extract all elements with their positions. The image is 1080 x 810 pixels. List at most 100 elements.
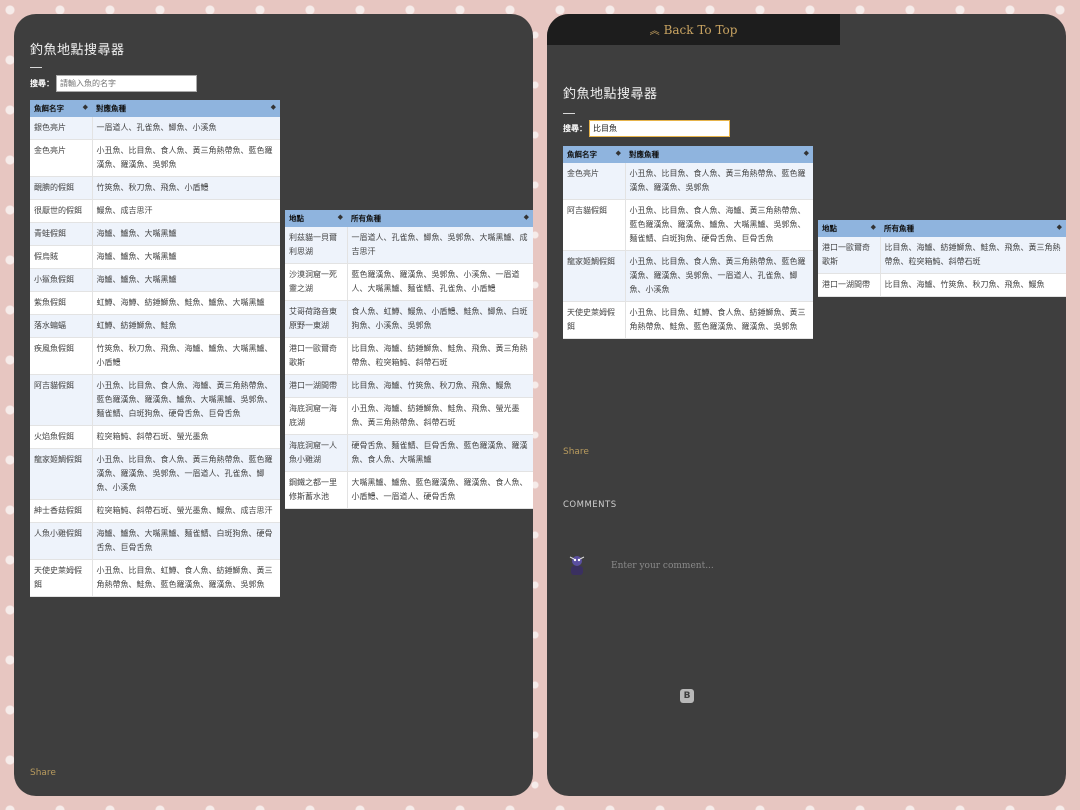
fish-list-cell: 小丑魚、比目魚、食人魚、黃三角熱帶魚、藍色羅漢魚、羅漢魚、吳郭魚、一眉道人、孔雀… [92, 448, 280, 500]
fish-list-cell: 小丑魚、比目魚、食人魚、黃三角熱帶魚、藍色羅漢魚、羅漢魚、吳郭魚 [625, 163, 813, 200]
name-cell: 金色亮片 [563, 163, 626, 200]
column-header[interactable]: 所有魚種 ◆ [347, 210, 533, 227]
sort-icon[interactable]: ◆ [338, 213, 343, 221]
fish-list-cell: 小丑魚、比目魚、食人魚、海鱸、黃三角熱帶魚、藍色羅漢魚、羅漢魚、鱸魚、大嘴黑鱸、… [625, 199, 813, 251]
fish-list-cell: 竹筴魚、秋刀魚、飛魚、海鱸、鱸魚、大嘴黑鱸、小盾鱧 [92, 337, 280, 375]
page-title: 釣魚地點搜尋器 [30, 43, 125, 58]
fish-list-cell: 鰻魚、成吉思汗 [92, 199, 280, 223]
name-cell: 金色亮片 [30, 139, 93, 177]
column-header-label: 地點 [822, 224, 837, 233]
name-cell: 阿吉貓假餌 [30, 374, 93, 426]
name-cell: 天使史萊姆假餌 [563, 301, 626, 339]
table-row: 鋼鐵之都一里修斯蓄水池 大嘴黑鱸、鱸魚、藍色羅漢魚、羅漢魚、食人魚、小盾鱧、一眉道… [285, 471, 533, 509]
sort-icon[interactable]: ◆ [271, 103, 276, 111]
left-panel: 釣魚地點搜尋器 搜尋： 魚餌名字 ◆ 對應魚種 ◆ 銀色亮片一眉道人、孔雀魚、鯽魚、小… [14, 14, 533, 796]
name-cell: 落水蝙蝠 [30, 314, 93, 338]
name-cell: 港口一歐爾奇歌斯 [818, 237, 881, 274]
column-header[interactable]: 所有魚種 ◆ [880, 220, 1066, 237]
bait-table-header: 魚餌名字 ◆ 對應魚種 ◆ [30, 100, 280, 117]
table-row: 落水蝙蝠 虹鱒、紡錘鰤魚、鮭魚 [30, 314, 280, 338]
table-row: 金色亮片 小丑魚、比目魚、食人魚、黃三角熱帶魚、藍色羅漢魚、羅漢魚、吳郭魚 [30, 139, 280, 177]
column-header[interactable]: 地點 ◆ [818, 220, 880, 237]
column-header-label: 對應魚種 [96, 104, 126, 113]
sort-icon[interactable]: ◆ [616, 149, 621, 157]
table-row: 人魚小雞假餌 海鱸、鱸魚、大嘴黑鱸、麵雀鯖、白斑狗魚、硬骨舌魚、巨骨舌魚 [30, 522, 280, 560]
column-header[interactable]: 地點 ◆ [285, 210, 347, 227]
column-header-label: 魚餌名字 [567, 150, 597, 159]
fish-list-cell: 海鱸、鱸魚、大嘴黑鱸 [92, 245, 280, 269]
table-row: 天使史萊姆假餌 小丑魚、比目魚、虹鱒、食人魚、紡錘鰤魚、黃三角熱帶魚、鮭魚、藍色羅… [563, 301, 813, 339]
fish-list-cell: 小丑魚、比目魚、虹鱒、食人魚、紡錘鰤魚、黃三角熱帶魚、鮭魚、藍色羅漢魚、羅漢魚、… [92, 559, 280, 597]
fish-list-cell: 小丑魚、比目魚、食人魚、黃三角熱帶魚、藍色羅漢魚、羅漢魚、吳郭魚、一眉道人、孔雀… [625, 250, 813, 302]
search-label: 搜尋： [30, 79, 54, 88]
sort-icon[interactable]: ◆ [1057, 223, 1062, 231]
table-row: 阿吉貓假餌 小丑魚、比目魚、食人魚、海鱸、黃三角熱帶魚、藍色羅漢魚、羅漢魚、鱸魚、… [563, 199, 813, 251]
table-row: 港口一歐爾奇歌斯 比目魚、海鱸、紡錘鰤魚、鮭魚、飛魚、黃三角熱帶魚、粒突箱魨、斜帶… [818, 237, 1066, 274]
table-row: 海底洞窟一海底湖 小丑魚、海鱸、紡錘鰤魚、鮭魚、飛魚、螢光墨魚、黃三角熱帶魚、斜帶… [285, 397, 533, 435]
table-row: 假烏賊 海鱸、鱸魚、大嘴黑鱸 [30, 245, 280, 269]
sort-icon[interactable]: ◆ [524, 213, 529, 221]
search-input[interactable] [56, 75, 197, 92]
sort-icon[interactable]: ◆ [871, 223, 876, 231]
table-row: 港口一歐爾奇歌斯 比目魚、海鱸、紡錘鰤魚、鮭魚、飛魚、黃三角熱帶魚、粒突箱魨、斜帶… [285, 337, 533, 375]
table-row: 天使史萊姆假餌 小丑魚、比目魚、虹鱒、食人魚、紡錘鰤魚、黃三角熱帶魚、鮭魚、藍色羅… [30, 559, 280, 597]
table-row: 紳士香菇假餌 粒突箱魨、斜帶石斑、螢光墨魚、鰻魚、成吉思汗 [30, 499, 280, 523]
table-row: 龍家姬鯛假餌 小丑魚、比目魚、食人魚、黃三角熱帶魚、藍色羅漢魚、羅漢魚、吳郭魚、一… [30, 448, 280, 500]
column-header[interactable]: 對應魚種 ◆ [92, 100, 280, 117]
name-cell: 海底洞窟一海底湖 [285, 397, 348, 435]
name-cell: 疾風魚假餌 [30, 337, 93, 375]
sort-icon[interactable]: ◆ [83, 103, 88, 111]
fish-list-cell: 比目魚、海鱸、竹筴魚、秋刀魚、飛魚、鰻魚 [880, 273, 1066, 297]
column-header[interactable]: 魚餌名字 ◆ [30, 100, 92, 117]
name-cell: 海底洞窟一人魚小雞湖 [285, 434, 348, 472]
fish-list-cell: 小丑魚、比目魚、食人魚、黃三角熱帶魚、藍色羅漢魚、羅漢魚、吳郭魚 [92, 139, 280, 177]
column-header-label: 魚餌名字 [34, 104, 64, 113]
name-cell: 艾哥荷路音東原野一東湖 [285, 300, 348, 338]
name-cell: 銀色亮片 [30, 117, 93, 140]
table-row: 沙漠洞窟一死靈之湖 藍色羅漢魚、羅漢魚、吳郭魚、小溪魚、一眉道人、大嘴黑鱸、麵雀鯖… [285, 263, 533, 301]
fish-list-cell: 比目魚、海鱸、紡錘鰤魚、鮭魚、飛魚、黃三角熱帶魚、粒突箱魨、斜帶石斑 [347, 337, 533, 375]
share-link[interactable]: Share [30, 768, 56, 778]
table-row: 很厭世的假餌 鰻魚、成吉思汗 [30, 199, 280, 223]
fish-list-cell: 粒突箱魨、斜帶石斑、螢光墨魚 [92, 425, 280, 449]
table-row: 小鯊魚假餌 海鱸、鱸魚、大嘴黑鱸 [30, 268, 280, 292]
table-row: 利茲貓一貝爾利思湖 一眉道人、孔雀魚、鯽魚、吳郭魚、大嘴黑鱸、成吉思汗 [285, 227, 533, 264]
fish-list-cell: 小丑魚、比目魚、虹鱒、食人魚、紡錘鰤魚、黃三角熱帶魚、鮭魚、藍色羅漢魚、羅漢魚、… [625, 301, 813, 339]
fish-list-cell: 比目魚、海鱸、紡錘鰤魚、鮭魚、飛魚、黃三角熱帶魚、粒突箱魨、斜帶石斑 [880, 237, 1066, 274]
fish-list-cell: 大嘴黑鱸、鱸魚、藍色羅漢魚、羅漢魚、食人魚、小盾鱧、一眉道人、硬骨舌魚 [347, 471, 533, 509]
fish-list-cell: 一眉道人、孔雀魚、鯽魚、吳郭魚、大嘴黑鱸、成吉思汗 [347, 227, 533, 264]
column-header-label: 地點 [289, 214, 304, 223]
title-divider [30, 67, 42, 68]
fish-list-cell: 一眉道人、孔雀魚、鯽魚、小溪魚 [92, 117, 280, 140]
share-link[interactable]: Share [563, 447, 589, 457]
table-row: 金色亮片 小丑魚、比目魚、食人魚、黃三角熱帶魚、藍色羅漢魚、羅漢魚、吳郭魚 [563, 163, 813, 200]
search-row: 搜尋： [563, 120, 730, 137]
name-cell: 人魚小雞假餌 [30, 522, 93, 560]
name-cell: 阿吉貓假餌 [563, 199, 626, 251]
fish-list-cell: 虹鱒、海鱒、紡錘鰤魚、鮭魚、鱸魚、大嘴黑鱸 [92, 291, 280, 315]
back-to-top-button[interactable]: ︽ Back To Top [547, 14, 840, 45]
name-cell: 靦腆的假餌 [30, 176, 93, 200]
column-header[interactable]: 魚餌名字 ◆ [563, 146, 625, 163]
bait-table: 魚餌名字 ◆ 對應魚種 ◆ 金色亮片 小丑魚、比目魚、食人魚、黃三角熱帶魚、藍色羅漢魚、… [563, 146, 813, 339]
fish-list-cell: 小丑魚、比目魚、食人魚、海鱸、黃三角熱帶魚、藍色羅漢魚、羅漢魚、鱸魚、大嘴黑鱸、… [92, 374, 280, 426]
comment-input[interactable]: Enter your comment... [611, 561, 714, 571]
right-panel: ︽ Back To Top 釣魚地點搜尋器 搜尋： 魚餌名字 ◆ 對應魚種 ◆ 金色亮… [547, 14, 1066, 796]
fish-list-cell: 海鱸、鱸魚、大嘴黑鱸、麵雀鯖、白斑狗魚、硬骨舌魚、巨骨舌魚 [92, 522, 280, 560]
name-cell: 鋼鐵之都一里修斯蓄水池 [285, 471, 348, 509]
fish-list-cell: 比目魚、海鱸、竹筴魚、秋刀魚、飛魚、鰻魚 [347, 374, 533, 398]
sort-icon[interactable]: ◆ [804, 149, 809, 157]
fish-list-cell: 藍色羅漢魚、羅漢魚、吳郭魚、小溪魚、一眉道人、大嘴黑鱸、麵雀鯖、孔雀魚、小盾鱧 [347, 263, 533, 301]
column-header[interactable]: 對應魚種 ◆ [625, 146, 813, 163]
blogger-icon[interactable]: B [680, 689, 694, 703]
name-cell: 天使史萊姆假餌 [30, 559, 93, 597]
table-row: 海底洞窟一人魚小雞湖 硬骨舌魚、麵雀鯖、巨骨舌魚、藍色羅漢魚、羅漢魚、食人魚、大嘴… [285, 434, 533, 472]
name-cell: 龍家姬鯛假餌 [563, 250, 626, 302]
table-row: 疾風魚假餌 竹筴魚、秋刀魚、飛魚、海鱸、鱸魚、大嘴黑鱸、小盾鱧 [30, 337, 280, 375]
comments-heading: COMMENTS [563, 500, 617, 510]
page-title: 釣魚地點搜尋器 [563, 87, 658, 102]
user-avatar-icon [569, 556, 585, 575]
name-cell: 沙漠洞窟一死靈之湖 [285, 263, 348, 301]
name-cell: 港口一湖間帶 [818, 273, 881, 297]
search-input[interactable] [589, 120, 730, 137]
